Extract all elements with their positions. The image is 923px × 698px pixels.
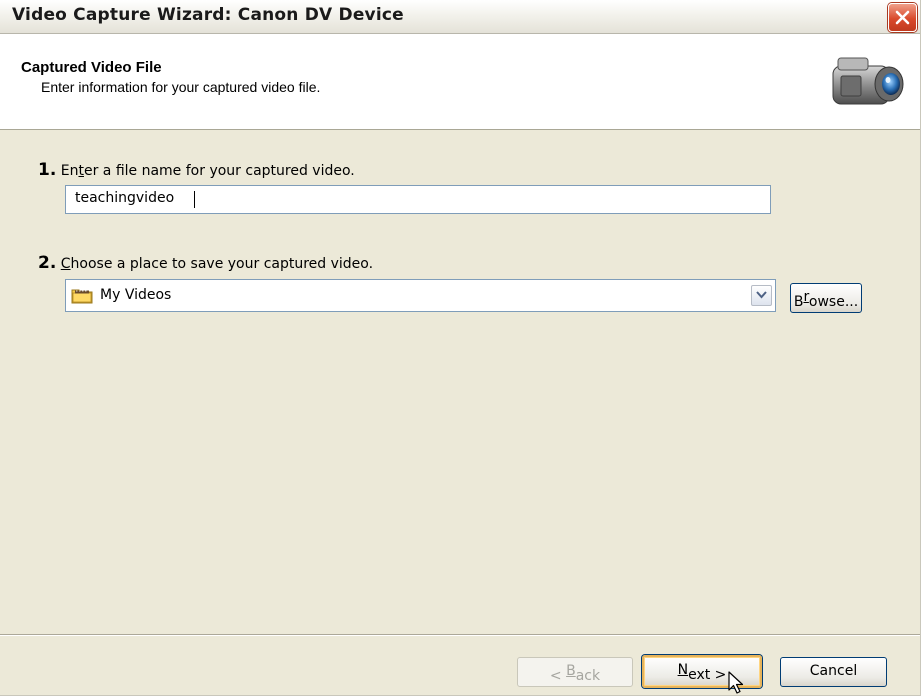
step-1-text: er a file name for your captured video.	[83, 163, 355, 179]
mouse-pointer-icon	[728, 671, 744, 694]
wizard-window: Video Capture Wizard: Canon DV Device Ca…	[0, 0, 921, 696]
back-button[interactable]: < Back	[517, 657, 633, 687]
step-number: 1.	[38, 160, 57, 180]
folder-icon	[71, 289, 93, 304]
text-caret	[194, 191, 195, 208]
step-2-text: hoose a place to save your captured vide…	[70, 256, 374, 272]
cancel-text: Cancel	[809, 663, 858, 679]
file-name-value: teachingvideo	[75, 190, 175, 206]
next-access-key: N	[677, 662, 689, 678]
save-location-select[interactable]: My Videos	[65, 279, 776, 312]
page-subtitle: Enter information for your captured vide…	[41, 79, 321, 95]
wizard-header: Captured Video File Enter information fo…	[0, 34, 920, 130]
browse-button[interactable]: Browse...	[790, 283, 862, 313]
dropdown-button[interactable]	[751, 285, 772, 306]
browse-text-prefix: B	[793, 294, 804, 310]
page-title: Captured Video File	[21, 59, 162, 76]
video-camera-icon	[832, 57, 904, 105]
step-1-text-prefix: En	[60, 163, 79, 179]
step-2-label: 2. Choose a place to save your captured …	[38, 253, 373, 273]
step-2-access-key: C	[60, 256, 71, 272]
close-button[interactable]	[888, 3, 917, 32]
next-text: ext >	[688, 667, 727, 683]
cancel-button[interactable]: Cancel	[780, 657, 887, 687]
browse-text: owse...	[808, 294, 859, 310]
step-1-label: 1. Enter a file name for your captured v…	[38, 160, 355, 180]
save-location-value: My Videos	[100, 287, 172, 303]
footer-divider	[0, 634, 920, 636]
chevron-down-icon	[756, 291, 767, 299]
window-title: Video Capture Wizard: Canon DV Device	[12, 5, 404, 25]
file-name-input[interactable]: teachingvideo	[65, 185, 771, 214]
back-text-prefix: <	[549, 668, 567, 684]
back-access-key: B	[566, 663, 576, 679]
back-text: ack	[575, 668, 601, 684]
step-number: 2.	[38, 253, 57, 273]
close-icon	[895, 10, 910, 25]
title-bar[interactable]: Video Capture Wizard: Canon DV Device	[0, 0, 920, 34]
